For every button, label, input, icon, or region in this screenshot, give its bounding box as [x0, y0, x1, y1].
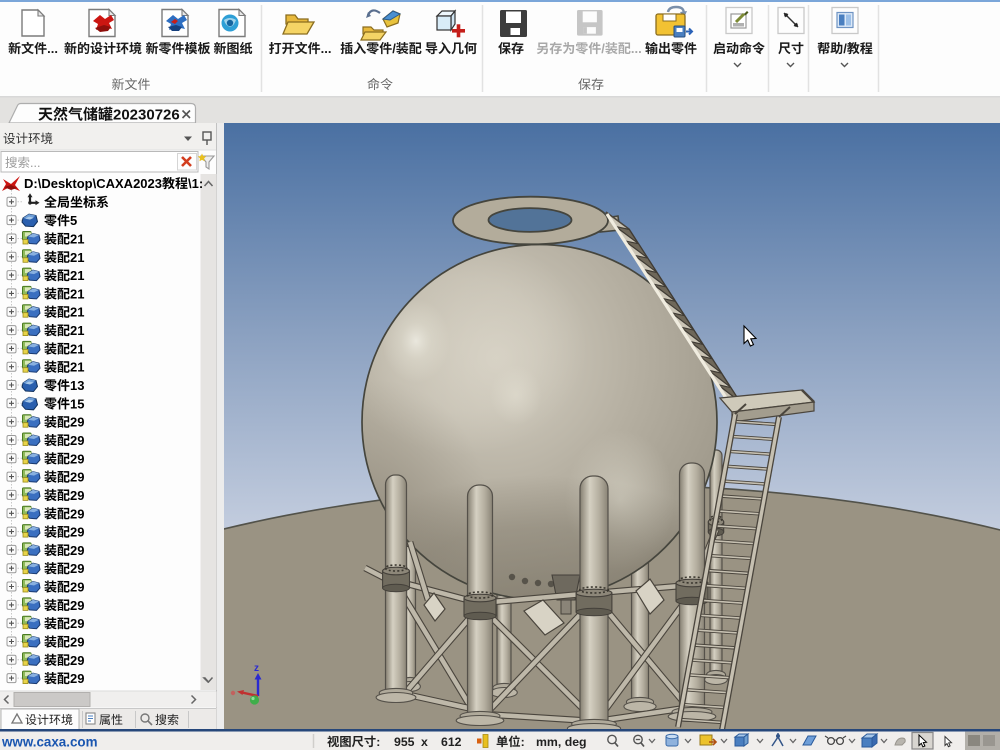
- svg-text:D:\Desktop\CAXA2023: D:\Desktop\CAXA2023: [24, 176, 162, 191]
- svg-text:29: 29: [70, 616, 84, 631]
- svg-text:29: 29: [70, 470, 84, 485]
- svg-text:29: 29: [70, 451, 84, 466]
- svg-text:29: 29: [70, 506, 84, 521]
- svg-text:21: 21: [70, 250, 84, 265]
- svg-text::: :: [376, 735, 380, 749]
- svg-text:www.caxa.com: www.caxa.com: [1, 735, 98, 750]
- svg-text:...: ...: [631, 41, 642, 56]
- svg-text:29: 29: [70, 525, 84, 540]
- svg-text:/: /: [392, 41, 396, 56]
- svg-text:x: x: [421, 735, 428, 749]
- svg-text:z: z: [254, 663, 259, 674]
- svg-text:955: 955: [394, 735, 415, 749]
- svg-text:29: 29: [70, 580, 84, 595]
- svg-text:\1:: \1:: [188, 176, 203, 191]
- svg-text:29: 29: [70, 598, 84, 613]
- svg-text:29: 29: [70, 415, 84, 430]
- svg-text:13: 13: [70, 378, 84, 393]
- svg-text:...: ...: [321, 41, 332, 56]
- svg-text:612: 612: [441, 735, 462, 749]
- svg-text:mm, deg: mm, deg: [536, 735, 587, 749]
- svg-text:21: 21: [70, 360, 84, 375]
- svg-text:21: 21: [70, 341, 84, 356]
- svg-text:/: /: [843, 41, 847, 56]
- svg-text:29: 29: [70, 635, 84, 650]
- svg-text:5: 5: [70, 213, 77, 228]
- svg-text:29: 29: [70, 653, 84, 668]
- svg-text:15: 15: [70, 396, 84, 411]
- svg-text::: :: [521, 735, 525, 749]
- svg-text:29: 29: [70, 433, 84, 448]
- svg-text:...: ...: [30, 156, 40, 170]
- svg-text:29: 29: [70, 488, 84, 503]
- svg-text:21: 21: [70, 286, 84, 301]
- svg-text:21: 21: [70, 232, 84, 247]
- svg-text:21: 21: [70, 268, 84, 283]
- svg-text:29: 29: [70, 561, 84, 576]
- svg-text:20230726: 20230726: [113, 107, 180, 124]
- svg-text:29: 29: [70, 543, 84, 558]
- svg-text:29: 29: [70, 671, 84, 686]
- svg-text:/: /: [601, 41, 605, 56]
- svg-text:...: ...: [47, 41, 58, 56]
- svg-text:21: 21: [70, 323, 84, 338]
- svg-text:21: 21: [70, 305, 84, 320]
